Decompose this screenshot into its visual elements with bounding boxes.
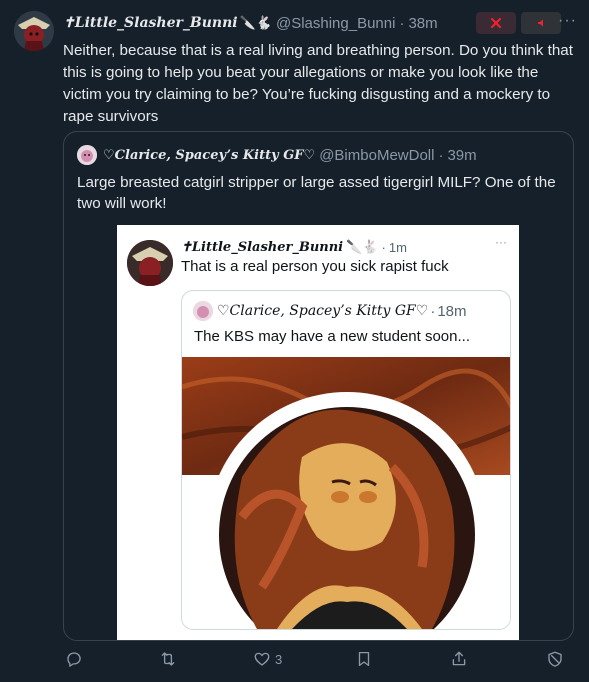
screenshot-avatar [127, 240, 173, 286]
screenshot-timestamp: 1m [388, 239, 407, 255]
block-icon [548, 651, 562, 667]
share-button[interactable] [450, 650, 468, 668]
reply-button[interactable] [65, 650, 83, 668]
inner-quote-timestamp: 18m [437, 302, 467, 320]
bookmark-icon [358, 651, 370, 667]
like-count: 3 [275, 651, 283, 667]
screenshot-more-icon: ··· [495, 235, 507, 249]
tweet-text: Neither, because that is a real living a… [63, 42, 573, 125]
display-name[interactable]: ✝Little_Slasher_Bunni [63, 15, 238, 31]
close-button[interactable] [476, 12, 516, 34]
separator: · [399, 14, 405, 32]
quoted-tweet[interactable]: ♡Clarice, Spacey’s Kitty GF♡ @BimboMewDo… [63, 131, 574, 641]
screenshot-header: ✝Little_Slasher_Bunni 🔪🐇 · 1m [181, 237, 407, 257]
quote-handle: @BimboMewDoll [319, 146, 435, 164]
screenshot-text: That is a real person you sick rapist fu… [181, 258, 449, 275]
timestamp[interactable]: 38m [408, 15, 437, 32]
like-button[interactable]: 3 [253, 650, 282, 668]
name-emoji: 🔪🐇 [239, 15, 272, 30]
inner-quote-header: ♡Clarice, Spacey’s Kitty GF♡ · 18m [193, 301, 467, 321]
tweet-header: ✝Little_Slasher_Bunni 🔪🐇 @Slashing_Bunni… [63, 12, 577, 34]
close-icon [491, 18, 501, 28]
share-icon [452, 651, 466, 666]
bookmark-button[interactable] [355, 650, 373, 668]
quote-timestamp: 39m [447, 146, 477, 164]
inner-quote-separator: · [430, 302, 436, 320]
inner-quote-display-name: ♡Clarice, Spacey’s Kitty GF♡ [217, 303, 429, 319]
inner-quote-text: The KBS may have a new student soon... [194, 328, 470, 345]
screenshot-display-name: ✝Little_Slasher_Bunni [181, 239, 344, 255]
quote-text: Large breasted catgirl stripper or large… [77, 174, 556, 212]
screenshot-separator: · [381, 239, 386, 255]
inner-quote-avatar [193, 301, 213, 321]
handle[interactable]: @Slashing_Bunni [276, 15, 395, 32]
inner-quote-image [182, 357, 510, 629]
quote-display-name: ♡Clarice, Spacey’s Kitty GF♡ [103, 147, 316, 163]
mute-button[interactable] [521, 12, 561, 34]
repost-icon [161, 652, 175, 666]
screenshot-emoji: 🔪🐇 [346, 239, 379, 254]
block-button[interactable] [546, 650, 564, 668]
reply-icon [67, 652, 81, 667]
action-bar: 3 [63, 650, 575, 672]
avatar[interactable] [14, 11, 54, 51]
quote-header: ♡Clarice, Spacey’s Kitty GF♡ @BimboMewDo… [77, 145, 477, 165]
more-icon[interactable]: ··· [558, 12, 577, 30]
quote-separator: · [438, 146, 444, 164]
mute-icon [538, 19, 543, 27]
repost-button[interactable] [159, 650, 177, 668]
like-icon [254, 652, 270, 666]
screenshot-inner-quote: ♡Clarice, Spacey’s Kitty GF♡ · 18m The K… [181, 290, 511, 630]
attached-screenshot[interactable]: ✝Little_Slasher_Bunni 🔪🐇 · 1m ··· That i… [117, 225, 519, 640]
quote-avatar [77, 145, 97, 165]
